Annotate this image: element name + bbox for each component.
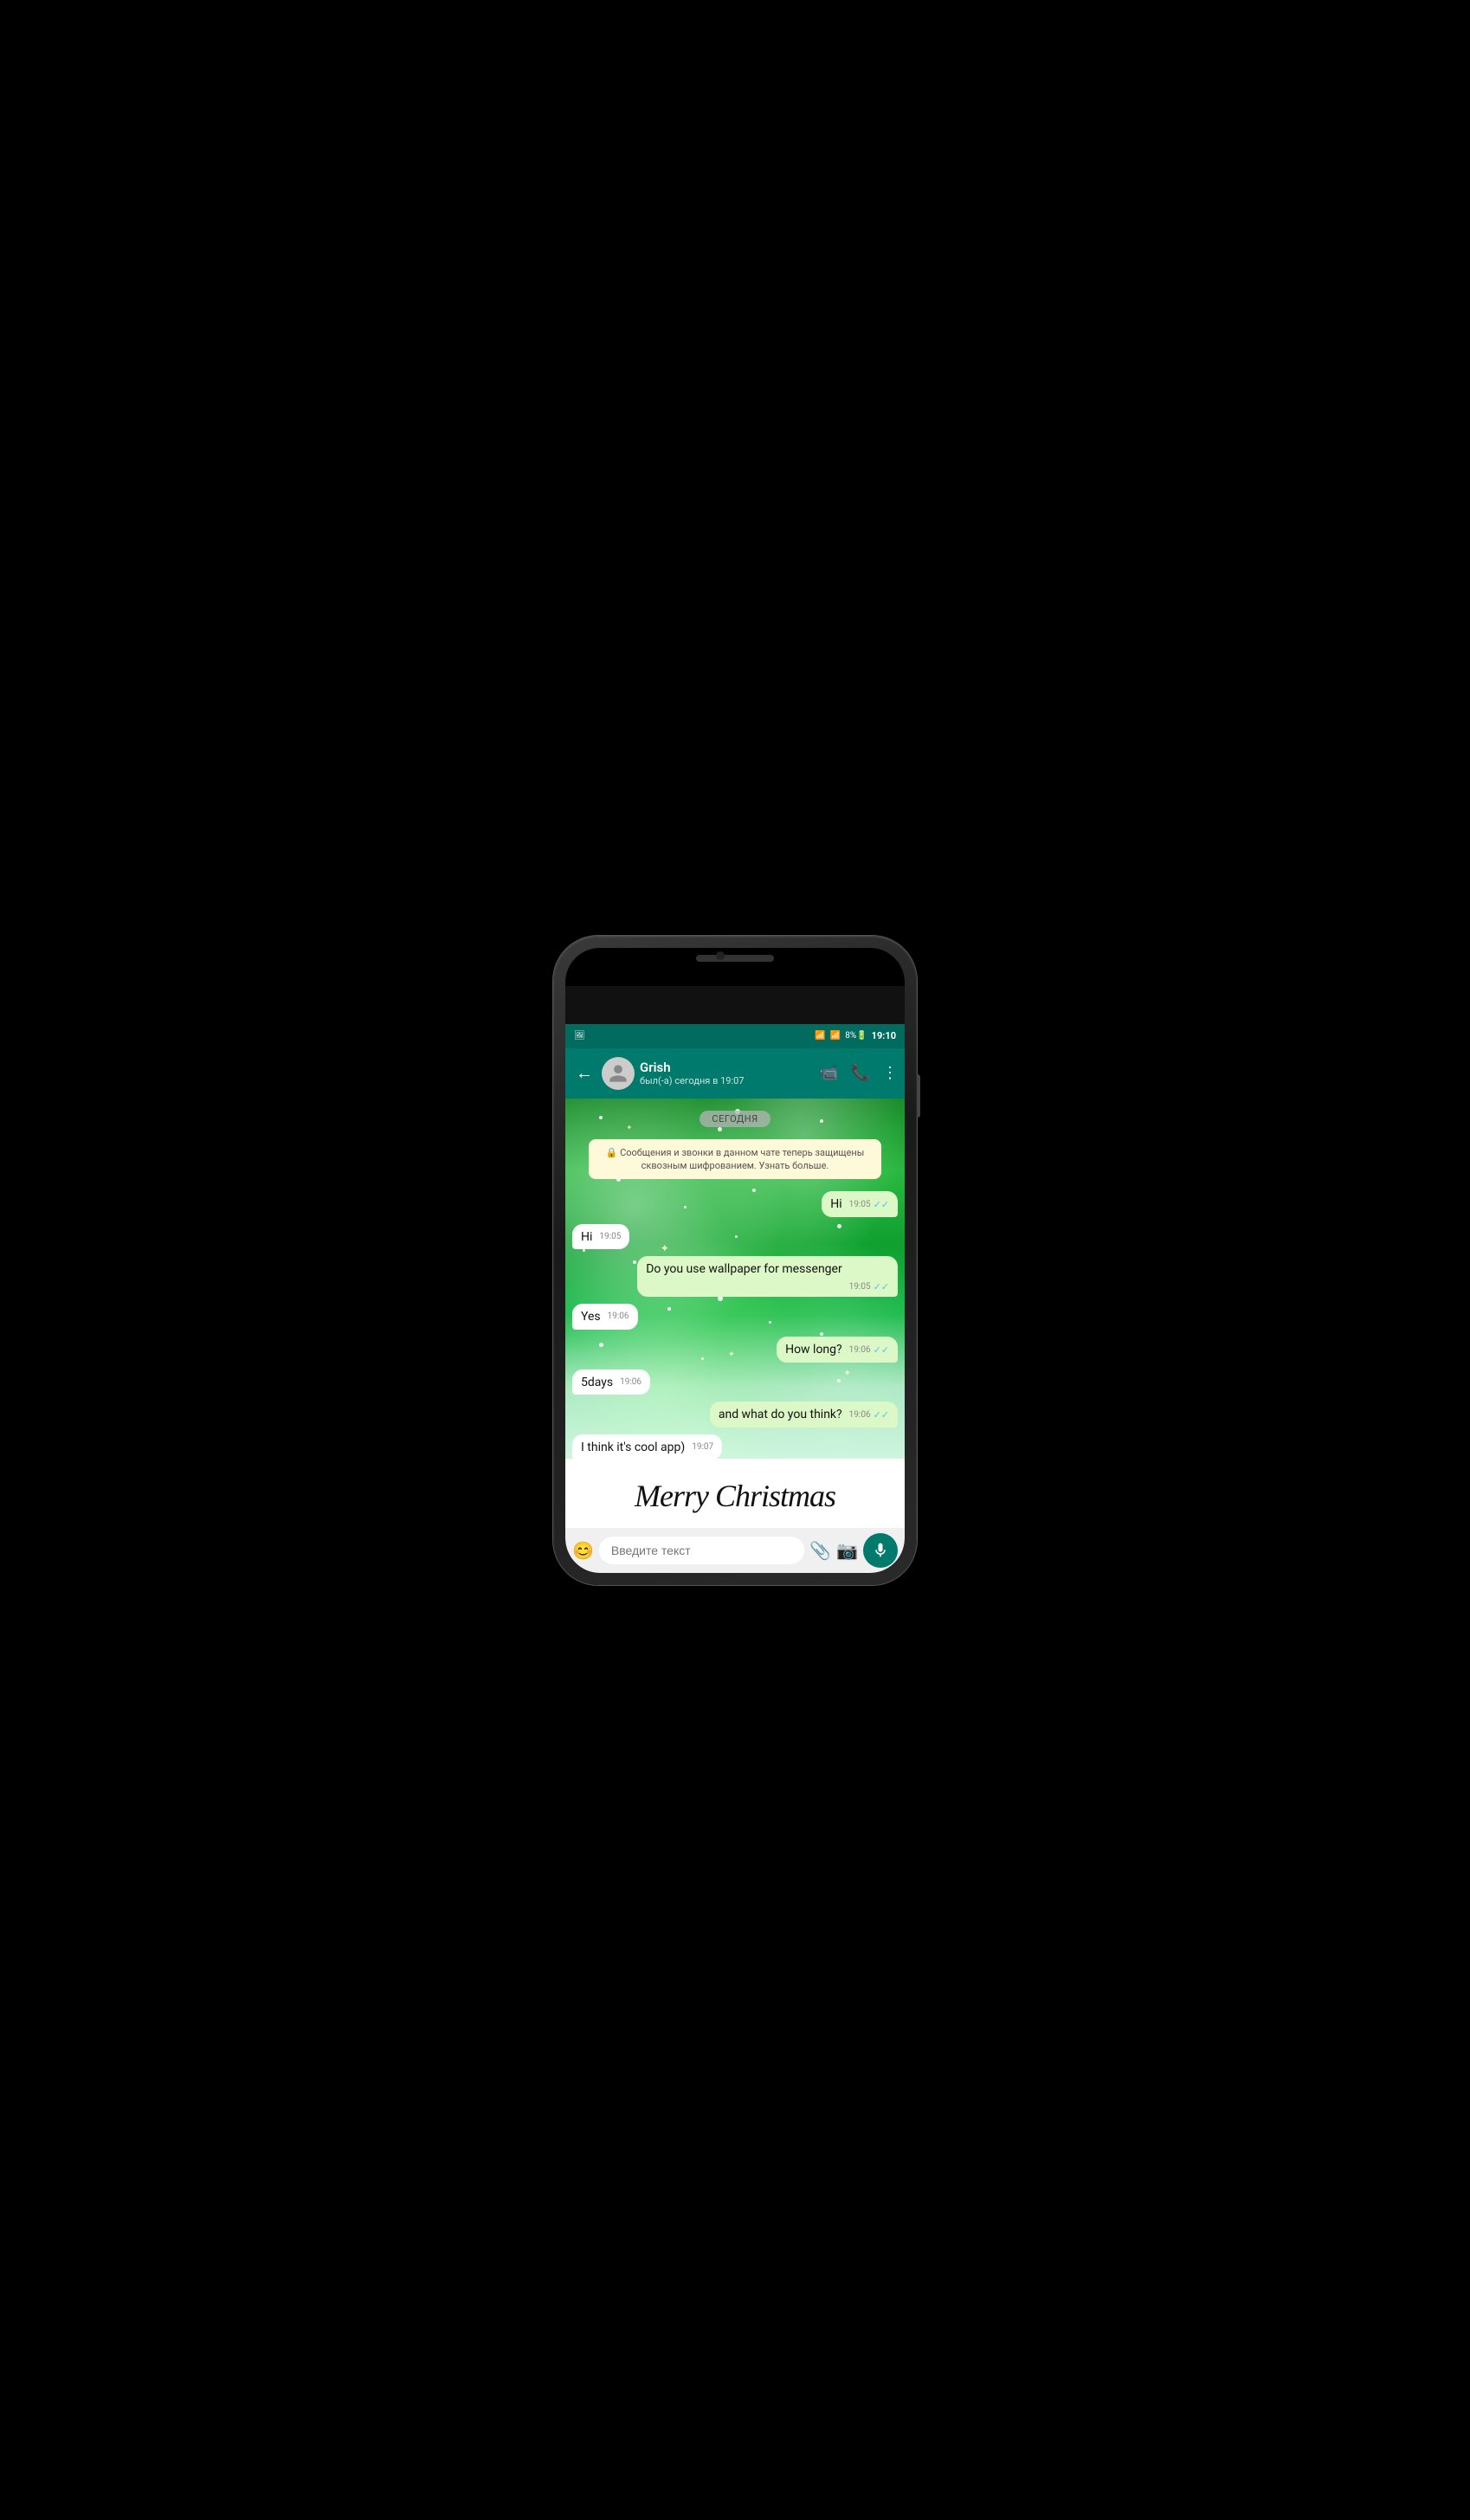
message-bubble: How long? 19:06 ✓✓ [777,1337,898,1363]
app-bar-actions: 📹 📞 ⋮ [819,1064,898,1082]
mic-icon [872,1542,889,1559]
date-badge: СЕГОДНЯ [700,1111,770,1127]
message-time: 19:05 [849,1281,871,1293]
message-meta: 19:07 [692,1441,713,1453]
chat-content: СЕГОДНЯ 🔒 Сообщения и звонки в данном ча… [565,1099,905,1459]
screen-area: 🖼 📶 📶 8% 🔋 19:10 ← [565,1024,905,1573]
tick-icon: ✓✓ [874,1344,889,1357]
message-meta: 19:06 [608,1311,629,1323]
message-bubble: and what do you think? 19:06 ✓✓ [710,1402,898,1428]
battery-percentage: 8% [845,1031,856,1041]
tick-icon: ✓✓ [874,1280,889,1293]
contact-name: Grish [640,1060,814,1075]
message-row: Do you use wallpaper for messenger 19:05… [572,1256,898,1297]
emoji-button[interactable]: 😊 [572,1540,594,1561]
message-text: 5days [581,1376,613,1389]
signal-icon: 📶 [830,1031,841,1041]
encryption-notice[interactable]: 🔒 Сообщения и звонки в данном чате тепер… [589,1139,881,1180]
camera-button[interactable]: 📷 [836,1540,858,1561]
message-row: I think it's cool app) 19:07 [572,1434,898,1459]
chat-area: ✦✦✦✦✦✦✦✦✦ СЕГОДНЯ 🔒 Сообщения и звонки в… [565,1099,905,1459]
message-text: Hi [581,1230,592,1244]
message-row: and what do you think? 19:06 ✓✓ [572,1402,898,1428]
chat-bottom: Merry Christmas 😊 📎 📷 [565,1459,905,1573]
message-time: 19:06 [849,1409,871,1421]
message-bubble: Yes 19:06 [572,1304,638,1330]
attach-button[interactable]: 📎 [809,1540,831,1561]
message-row: Yes 19:06 [572,1304,898,1330]
input-bar: 😊 📎 📷 [565,1528,905,1573]
mic-button[interactable] [863,1533,898,1568]
message-time: 19:05 [599,1231,621,1243]
message-time: 19:05 [849,1199,871,1211]
message-row: Hi 19:05 [572,1224,898,1250]
message-input[interactable] [599,1537,804,1564]
battery-indicator: 8% 🔋 [845,1031,867,1041]
more-options-button[interactable]: ⋮ [882,1064,898,1082]
phone-camera [716,951,725,960]
status-right: 📶 📶 8% 🔋 19:10 [815,1030,896,1041]
video-call-button[interactable]: 📹 [819,1064,838,1082]
wifi-icon: 📶 [815,1031,825,1041]
message-time: 19:06 [608,1311,629,1323]
app-bar: ← Grish был(-а) сегодня в 19:07 📹 📞 ⋮ [565,1048,905,1099]
status-time: 19:10 [872,1030,896,1041]
message-time: 19:06 [620,1376,642,1389]
merry-christmas-area: Merry Christmas [565,1459,905,1528]
avatar[interactable] [602,1057,635,1090]
message-meta: 19:06 [620,1376,642,1389]
message-row: 5days 19:06 [572,1370,898,1395]
image-icon: 🖼 [574,1031,585,1041]
message-text: Hi [830,1197,841,1211]
message-bubble: 5days 19:06 [572,1370,650,1395]
message-text: Yes [581,1310,601,1324]
message-meta: 19:05 [599,1231,621,1243]
message-bubble: Hi 19:05 [572,1224,629,1250]
message-meta: 19:05 ✓✓ [849,1198,889,1211]
message-row: How long? 19:06 ✓✓ [572,1337,898,1363]
message-meta: 19:05 ✓✓ [849,1280,889,1293]
merry-christmas-text: Merry Christmas [635,1478,835,1514]
message-bubble: I think it's cool app) 19:07 [572,1434,722,1459]
status-bar: 🖼 📶 📶 8% 🔋 19:10 [565,1024,905,1048]
tick-icon: ✓✓ [874,1408,889,1421]
message-bubble: Hi 19:05 ✓✓ [822,1191,898,1217]
status-left: 🖼 [574,1031,585,1041]
contact-status: был(-а) сегодня в 19:07 [640,1075,814,1086]
message-time: 19:07 [692,1441,713,1453]
message-bubble: Do you use wallpaper for messenger 19:05… [637,1256,898,1297]
contact-info[interactable]: Grish был(-а) сегодня в 19:07 [640,1060,814,1086]
message-time: 19:06 [849,1344,871,1357]
back-button[interactable]: ← [572,1059,596,1087]
phone-screen: 🖼 📶 📶 8% 🔋 19:10 ← [565,948,905,1573]
message-row: Hi 19:05 ✓✓ [572,1191,898,1217]
message-meta: 19:06 ✓✓ [849,1344,889,1357]
avatar-icon [608,1063,629,1084]
phone-frame: 🖼 📶 📶 8% 🔋 19:10 ← [553,936,917,1585]
call-button[interactable]: 📞 [851,1064,870,1082]
phone-speaker [696,955,774,962]
message-text: How long? [785,1343,842,1357]
message-text: Do you use wallpaper for messenger [646,1262,842,1276]
phone-buttons-right [917,1074,920,1118]
message-meta: 19:06 ✓✓ [849,1408,889,1421]
message-text: and what do you think? [719,1408,842,1421]
christmas-label: Merry Christmas [635,1479,835,1513]
message-text: I think it's cool app) [581,1440,685,1454]
tick-icon: ✓✓ [874,1198,889,1211]
